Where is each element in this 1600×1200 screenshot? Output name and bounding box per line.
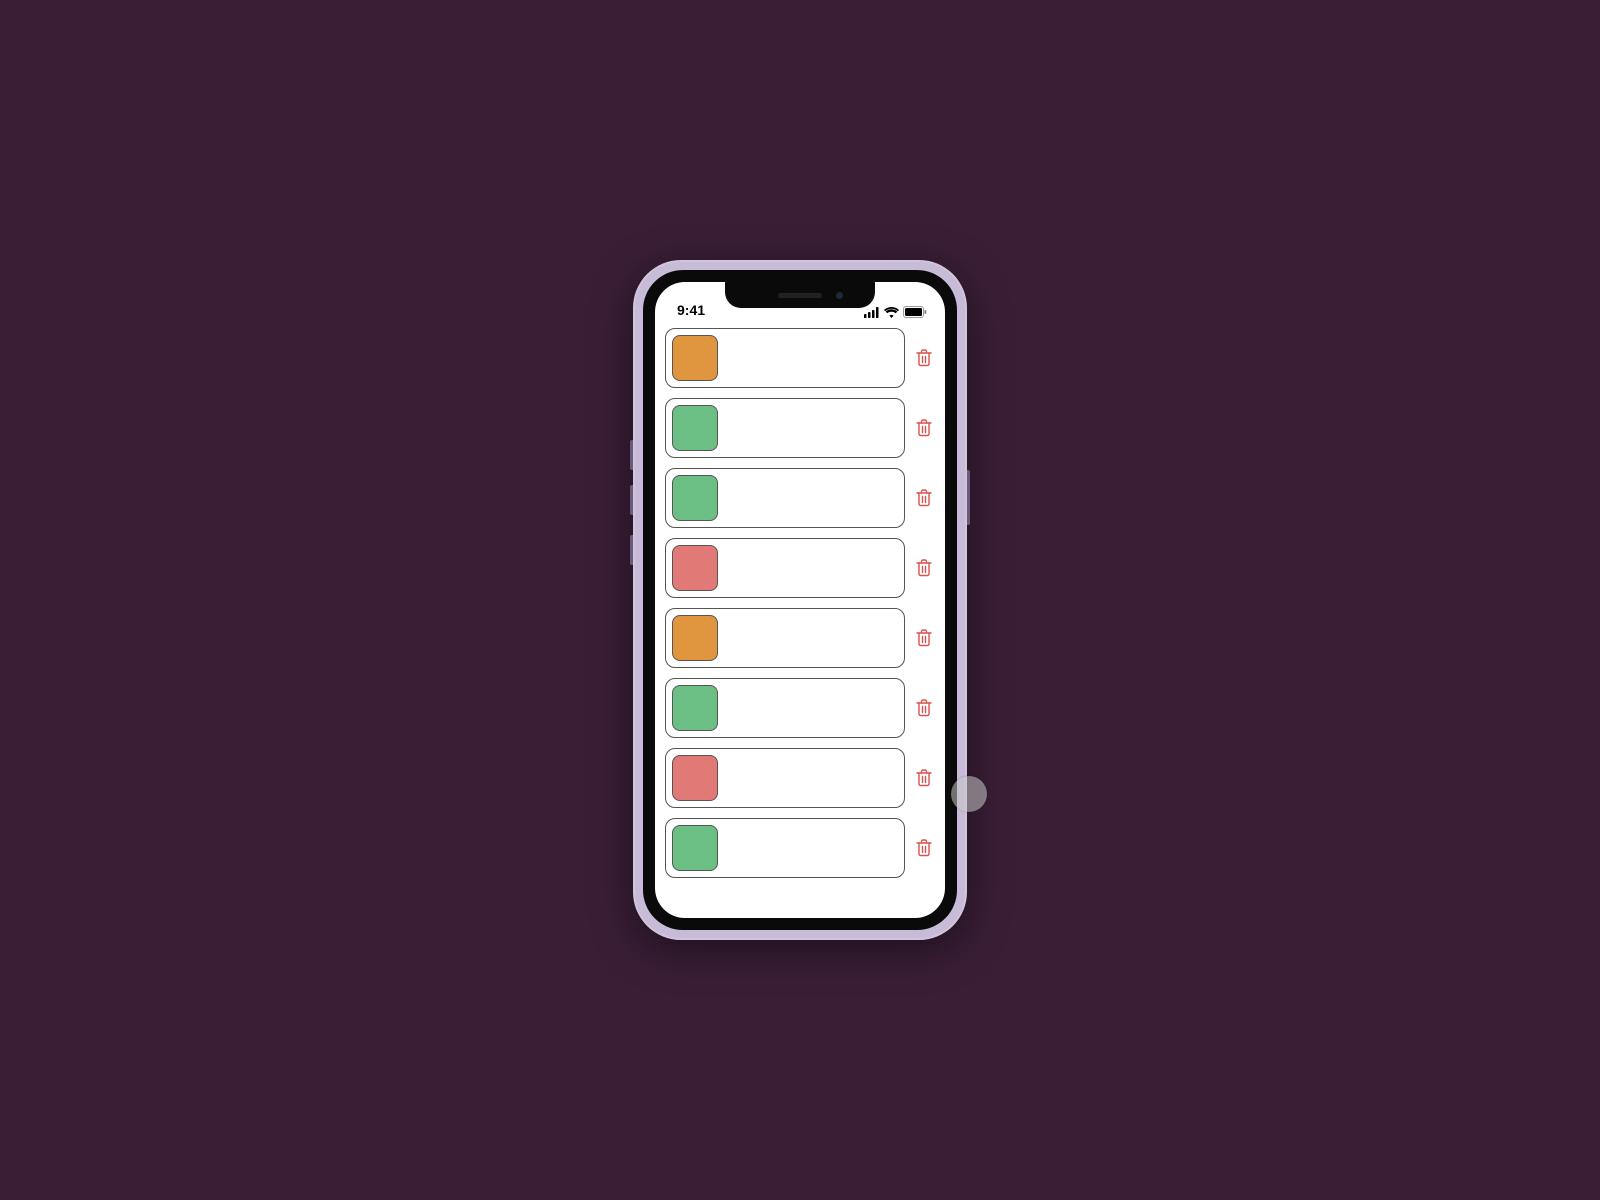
front-camera <box>836 292 843 299</box>
phone-bezel: 9:41 <box>643 270 957 930</box>
color-swatch <box>672 335 718 381</box>
color-swatch <box>672 545 718 591</box>
color-swatch <box>672 825 718 871</box>
trash-icon[interactable] <box>913 557 935 579</box>
item-card[interactable] <box>665 678 905 738</box>
status-time: 9:41 <box>677 302 705 318</box>
trash-icon[interactable] <box>913 627 935 649</box>
trash-icon[interactable] <box>913 487 935 509</box>
list-item <box>665 328 935 388</box>
list-item <box>665 818 935 878</box>
color-swatch <box>672 615 718 661</box>
item-card[interactable] <box>665 328 905 388</box>
speaker <box>778 293 822 298</box>
list-item <box>665 538 935 598</box>
trash-icon[interactable] <box>913 347 935 369</box>
notch <box>725 282 875 308</box>
color-swatch <box>672 405 718 451</box>
color-swatch <box>672 475 718 521</box>
trash-icon[interactable] <box>913 837 935 859</box>
trash-icon[interactable] <box>913 697 935 719</box>
item-card[interactable] <box>665 748 905 808</box>
item-card[interactable] <box>665 818 905 878</box>
item-card[interactable] <box>665 538 905 598</box>
touch-indicator <box>951 776 987 812</box>
battery-icon <box>903 306 927 318</box>
cellular-signal-icon <box>864 307 880 318</box>
list-item <box>665 608 935 668</box>
trash-icon[interactable] <box>913 767 935 789</box>
list-item <box>665 748 935 808</box>
trash-icon[interactable] <box>913 417 935 439</box>
item-card[interactable] <box>665 468 905 528</box>
wifi-icon <box>884 307 899 318</box>
phone-frame: 9:41 <box>633 260 967 940</box>
color-swatch <box>672 685 718 731</box>
item-card[interactable] <box>665 398 905 458</box>
phone-screen: 9:41 <box>655 282 945 918</box>
list-item <box>665 678 935 738</box>
list-item <box>665 398 935 458</box>
item-card[interactable] <box>665 608 905 668</box>
item-list[interactable] <box>655 322 945 918</box>
list-item <box>665 468 935 528</box>
color-swatch <box>672 755 718 801</box>
